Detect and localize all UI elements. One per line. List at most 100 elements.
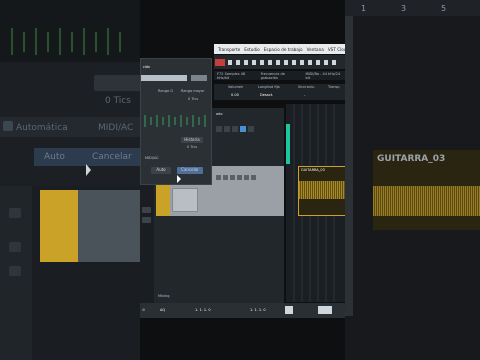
info-value-sync[interactable]: -: [304, 93, 305, 97]
dialog-field-btn[interactable]: [191, 75, 207, 81]
dialog-col-header-mayor: Rango mayor: [181, 89, 205, 93]
background-control-1: [9, 208, 21, 218]
track-solo-icon[interactable]: [223, 175, 228, 180]
transport-left-locator[interactable]: 1. 1. 1. 0: [195, 308, 211, 312]
inspector-track-short: ado: [216, 112, 223, 116]
info-value-fixed-length[interactable]: Desact.: [260, 93, 273, 97]
inspector-toggle-1[interactable]: [142, 207, 151, 213]
menu-bar: Transporte Estudio Espacio de trabajo Ve…: [214, 44, 349, 54]
background-arrow-icon: [3, 121, 13, 131]
menu-transporte[interactable]: Transporte: [218, 47, 240, 52]
background-ticks: [11, 28, 121, 55]
background-left-panel: 0 Tics Automática MIDI/AC Auto Cancelar: [0, 0, 146, 360]
info-header-sync: Sincroniz.: [298, 85, 315, 89]
ruler-number-3: 3: [401, 4, 407, 13]
inspector-button-row: [216, 126, 254, 132]
dialog-second-ticks: 0 Tics: [187, 145, 198, 149]
background-button-1: [94, 75, 146, 91]
audio-clip[interactable]: GUITARRA_03: [298, 166, 347, 216]
tool-time-icon: [284, 60, 288, 65]
inspector-btn-active[interactable]: [240, 126, 246, 132]
tool-split-icon: [244, 60, 248, 65]
tool-line-icon: [300, 60, 304, 65]
tool-draw-icon: [292, 60, 296, 65]
tool-snap-icon: [324, 60, 328, 65]
record-mode-icon: [215, 59, 225, 66]
arrangement-playhead-marker[interactable]: [286, 124, 290, 164]
info-header-fixed-length: Longitud fija: [258, 85, 280, 89]
background-large-waveform: [373, 186, 480, 216]
background-track-controls: [0, 186, 32, 360]
ruler-number-1: 1: [361, 4, 367, 13]
dialog-col-header-g: Rango G: [158, 89, 173, 93]
menu-ventana[interactable]: Ventana: [307, 47, 324, 52]
inspector-btn-5[interactable]: [248, 126, 254, 132]
status-fields-row: F72 Samples 48 kHz/bit Frecuencia de gra…: [214, 71, 345, 80]
menu-espacio-trabajo[interactable]: Espacio de trabajo: [264, 47, 303, 52]
tool-zoom-icon: [268, 60, 272, 65]
background-right-panel: 1 3 5 GUITARRA_03: [345, 0, 480, 360]
background-large-clip: GUITARRA_03: [373, 150, 480, 230]
daw-window: Transporte Estudio Espacio de trabajo Ve…: [140, 0, 349, 360]
inspector-side-column: [140, 180, 154, 310]
tool-play-icon: [308, 60, 312, 65]
info-value-volume[interactable]: 0.00: [231, 93, 239, 97]
inspector-btn-3[interactable]: [232, 126, 238, 132]
dialog-midi-label: MIDI/AC: [145, 156, 159, 160]
ruler-number-5: 5: [441, 4, 447, 13]
background-left-line: [345, 16, 353, 316]
inspector-btn-1[interactable]: [216, 126, 222, 132]
transport-cycle-icon[interactable]: [285, 306, 293, 314]
transport-bar: ⚙ AQ 1. 1. 1. 0 1. 1. 1. 0: [140, 303, 345, 318]
status-field-midi[interactable]: MIDI/Ba - 44 kHz/24 bit: [306, 72, 346, 80]
dialog-field[interactable]: [141, 75, 187, 81]
background-large-clip-name: GUITARRA_03: [377, 154, 446, 164]
info-header-transp: Transp: [328, 85, 340, 89]
toolbar-icons: [215, 59, 336, 66]
track-write-icon[interactable]: [237, 175, 242, 180]
toolbar: [214, 55, 345, 69]
dialog-cancel-button[interactable]: Cancelar: [177, 167, 203, 174]
track-controls: [216, 175, 266, 181]
tool-erase-icon: [260, 60, 264, 65]
background-control-3: [9, 266, 21, 276]
audio-clip-waveform: [299, 181, 346, 199]
track-read-icon[interactable]: [230, 175, 235, 180]
dialog-grid-preview: [144, 115, 206, 127]
dialog-history-button[interactable]: Historia: [181, 137, 203, 143]
transport-right-locator[interactable]: 1. 1. 1. 0: [250, 308, 266, 312]
info-line: Volumen Longitud fija Sincroniz. Transp …: [214, 84, 345, 100]
tool-mute-icon: [276, 60, 280, 65]
status-field-samples[interactable]: F72 Samples 48 kHz/bit: [217, 72, 258, 80]
background-mouse-cursor-icon: [86, 164, 91, 176]
transport-options-icon[interactable]: ⚙: [142, 308, 145, 312]
tool-glue-icon: [252, 60, 256, 65]
inspector-mixing-tab[interactable]: Mixing: [158, 294, 169, 298]
dialog-auto-button[interactable]: Auto: [151, 167, 171, 174]
info-header-volume: Volumen: [228, 85, 244, 89]
background-track-zone: [0, 186, 140, 360]
tool-select-icon: [228, 60, 232, 65]
background-ruler: 1 3 5: [345, 0, 480, 16]
menu-estudio[interactable]: Estudio: [244, 47, 260, 52]
mouse-cursor-icon: [177, 175, 181, 183]
inspector-btn-2[interactable]: [224, 126, 230, 132]
transport-metronome-icon[interactable]: [318, 306, 332, 314]
tool-range-icon: [236, 60, 240, 65]
background-tick-area: [0, 0, 140, 62]
track-monitor-icon[interactable]: [244, 175, 249, 180]
status-field-rec-format[interactable]: Frecuencia de grabación: [261, 72, 303, 80]
audio-clip-name: GUITARRA_03: [301, 168, 325, 172]
tool-grid-icon: [332, 60, 336, 65]
track-mute-icon[interactable]: [216, 175, 221, 180]
background-automation-row: Automática MIDI/AC: [0, 117, 140, 137]
transport-aq-label[interactable]: AQ: [160, 308, 165, 312]
background-control-2: [9, 242, 21, 252]
dialog-title: ción: [143, 65, 151, 69]
track-thumbnail: [172, 188, 198, 212]
tool-color-icon: [316, 60, 320, 65]
track-record-icon[interactable]: [251, 175, 256, 180]
quantize-dialog: ción Rango G Rango mayor 0 Tics Historia…: [140, 58, 212, 185]
arrangement-area: GUITARRA_03: [286, 104, 347, 302]
inspector-toggle-2[interactable]: [142, 217, 151, 223]
